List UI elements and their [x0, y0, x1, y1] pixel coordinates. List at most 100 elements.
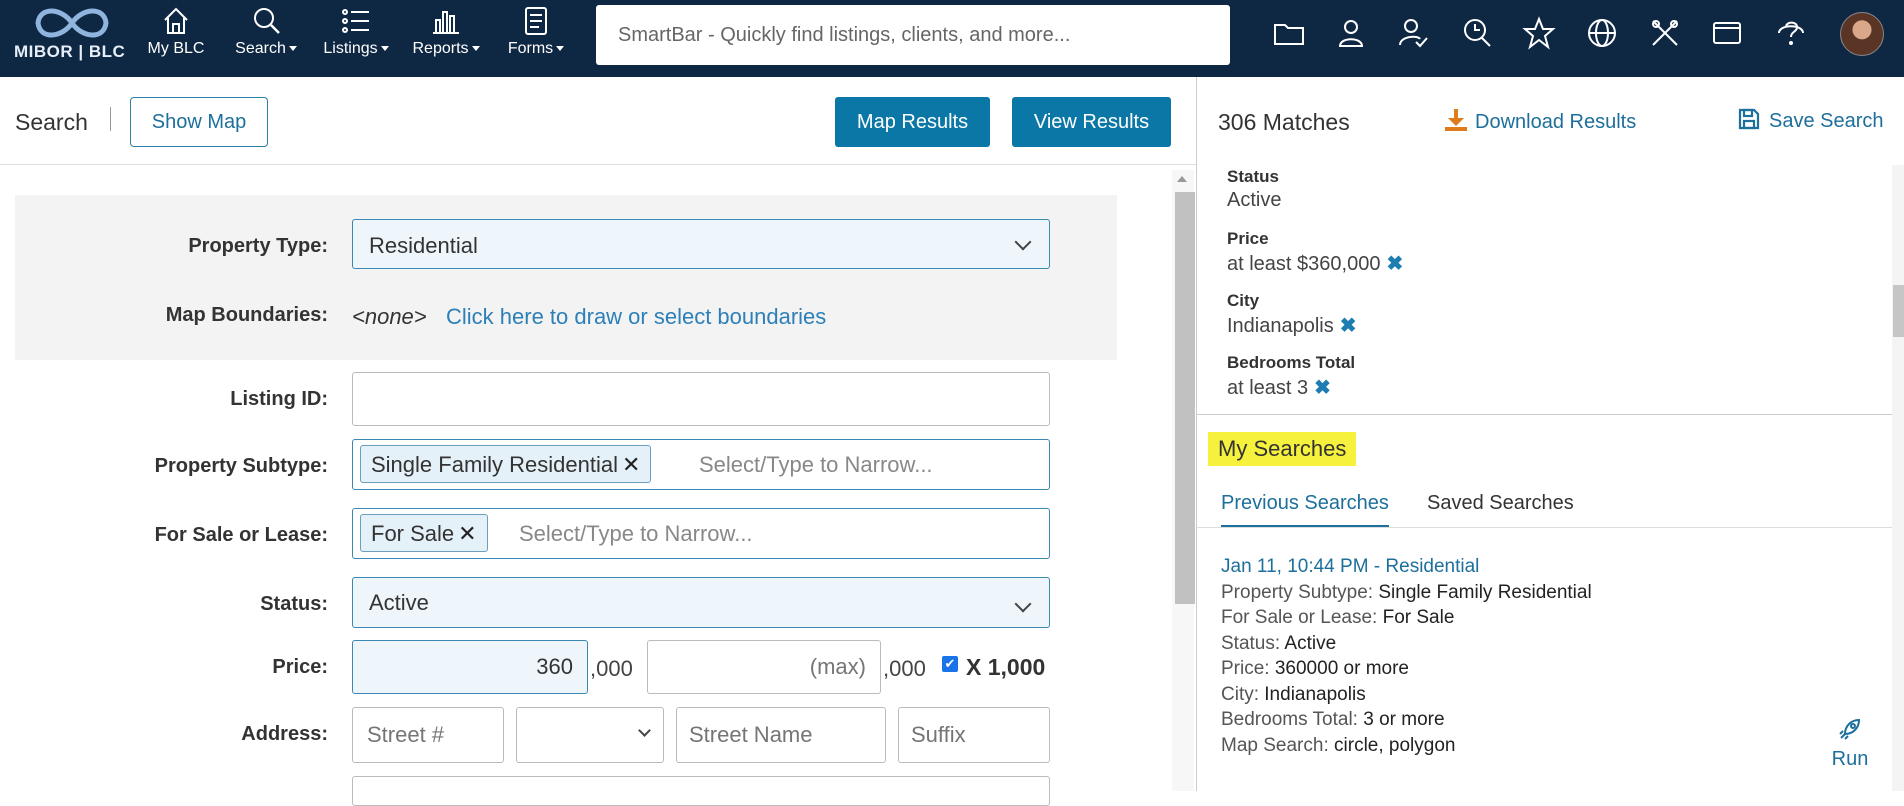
criteria-key-status: Status	[1227, 167, 1279, 186]
window-icon[interactable]	[1710, 16, 1744, 50]
street-direction-select[interactable]	[516, 707, 664, 763]
draw-boundaries-link[interactable]: Click here to draw or select boundaries	[446, 304, 826, 330]
status-select[interactable]: Active	[352, 577, 1050, 628]
nav-label: Search	[235, 40, 286, 57]
status-value: Active	[369, 590, 429, 615]
globe-icon[interactable]	[1585, 16, 1619, 50]
remove-criteria-icon[interactable]: ✖	[1340, 315, 1357, 337]
scroll-up-icon[interactable]	[1177, 176, 1187, 182]
infinity-logo-icon	[35, 8, 109, 38]
street-number-input[interactable]	[352, 707, 504, 763]
entry-line: Bedrooms Total: 3 or more	[1221, 707, 1592, 733]
entry-key: Property Subtype:	[1221, 581, 1374, 603]
close-icon[interactable]: ✕	[622, 452, 640, 477]
map-boundaries-value: <none>	[352, 304, 427, 329]
nav-forms[interactable]: Forms	[500, 4, 572, 64]
criteria-value-bedrooms: at least 3 ✖	[1227, 375, 1331, 400]
nav-listings[interactable]: Listings	[318, 4, 394, 64]
address-extra-input[interactable]	[352, 776, 1050, 806]
run-search-button[interactable]: Run	[1825, 716, 1875, 771]
help-icon[interactable]	[1774, 16, 1808, 50]
criteria-value-text: at least 3	[1227, 377, 1309, 399]
search-history-icon[interactable]	[1460, 16, 1494, 50]
sale-lease-chip[interactable]: For Sale ✕	[360, 514, 488, 552]
property-subtype-multiselect[interactable]: Single Family Residential ✕ Select/Type t…	[352, 439, 1050, 490]
property-type-value: Residential	[369, 233, 478, 258]
entry-key: Bedrooms Total:	[1221, 709, 1358, 730]
price-max-suffix: ,000	[883, 656, 926, 681]
scrollbar-thumb[interactable]	[1893, 285, 1904, 337]
price-multiplier-checkbox[interactable]: ✔	[942, 656, 958, 672]
price-min-input[interactable]	[352, 640, 588, 694]
tools-icon[interactable]	[1648, 16, 1682, 50]
criteria-value-text: Active	[1227, 189, 1282, 211]
bar-chart-icon	[433, 11, 459, 34]
nav-reports[interactable]: Reports	[408, 4, 484, 64]
entry-value: circle, polygon	[1334, 734, 1456, 756]
street-name-input[interactable]	[676, 707, 886, 763]
show-map-button[interactable]: Show Map	[130, 97, 268, 147]
scrollbar-thumb[interactable]	[1175, 192, 1195, 604]
mibor-logo[interactable]: MIBOR | BLC	[8, 0, 130, 66]
chevron-down-icon	[380, 46, 389, 52]
entry-line: Map Search: circle, polygon	[1221, 733, 1592, 759]
my-searches-title: My Searches	[1208, 432, 1357, 466]
tab-previous-searches[interactable]: Previous Searches	[1221, 492, 1389, 528]
sale-lease-label: For Sale or Lease:	[154, 524, 328, 546]
property-type-select[interactable]: Residential	[352, 219, 1050, 269]
search-entry-heading[interactable]: Jan 11, 10:44 PM - Residential	[1221, 554, 1592, 580]
entry-line: Price: 360000 or more	[1221, 656, 1592, 682]
user-avatar[interactable]	[1840, 12, 1884, 56]
document-icon	[525, 7, 547, 35]
close-icon[interactable]: ✕	[458, 521, 476, 546]
property-type-label: Property Type:	[188, 235, 328, 257]
map-results-button[interactable]: Map Results	[835, 97, 990, 147]
nav-my-blc[interactable]: My BLC	[145, 4, 207, 64]
chevron-down-icon	[288, 46, 297, 52]
save-search-link[interactable]: Save Search	[1737, 107, 1884, 133]
nav-label: Listings	[323, 40, 378, 57]
view-results-button[interactable]: View Results	[1012, 97, 1171, 147]
results-scrollbar[interactable]	[1892, 165, 1904, 791]
street-suffix-input[interactable]	[898, 707, 1050, 763]
remove-criteria-icon[interactable]: ✖	[1386, 253, 1403, 275]
entry-value: 3 or more	[1363, 709, 1445, 730]
entry-key: Price:	[1221, 658, 1270, 679]
download-results-link[interactable]: Download Results	[1443, 107, 1636, 134]
property-subtype-chip[interactable]: Single Family Residential ✕	[360, 445, 652, 483]
folder-icon[interactable]	[1272, 16, 1306, 50]
price-min-suffix: ,000	[590, 656, 633, 681]
chevron-down-icon	[471, 46, 480, 52]
map-boundaries-label: Map Boundaries:	[165, 304, 328, 326]
results-panel: 306 Matches Download Results Save Search…	[1196, 77, 1904, 791]
smartbar-input[interactable]	[596, 5, 1230, 65]
property-subtype-placeholder: Select/Type to Narrow...	[699, 452, 933, 477]
price-max-input[interactable]	[647, 640, 881, 694]
criteria-value-city: Indianapolis ✖	[1227, 313, 1357, 338]
star-icon[interactable]	[1522, 16, 1556, 50]
entry-value: Active	[1284, 632, 1337, 654]
entry-key: City:	[1221, 683, 1259, 705]
contact-icon[interactable]	[1334, 16, 1368, 50]
entry-value: 360000 or more	[1274, 658, 1410, 679]
nav-label: Reports	[412, 40, 469, 57]
criteria-key-bedrooms: Bedrooms Total	[1227, 353, 1356, 372]
entry-key: Map Search:	[1221, 734, 1329, 756]
nav-label: My BLC	[147, 40, 205, 57]
status-label: Status:	[260, 593, 328, 615]
sale-lease-multiselect[interactable]: For Sale ✕ Select/Type to Narrow...	[352, 508, 1050, 559]
entry-line: For Sale or Lease: For Sale	[1221, 605, 1592, 631]
user-check-icon[interactable]	[1396, 16, 1430, 50]
criteria-value-price: at least $360,000 ✖	[1227, 251, 1403, 276]
nav-search[interactable]: Search	[230, 4, 302, 64]
listing-id-input[interactable]	[352, 372, 1050, 426]
form-scrollbar[interactable]	[1172, 170, 1195, 791]
run-label: Run	[1831, 748, 1869, 770]
price-label: Price:	[272, 656, 328, 678]
chip-label: Single Family Residential	[371, 452, 618, 477]
results-header: 306 Matches Download Results Save Search	[1197, 77, 1904, 165]
tab-saved-searches[interactable]: Saved Searches	[1427, 492, 1574, 515]
download-icon	[1445, 109, 1467, 131]
remove-criteria-icon[interactable]: ✖	[1314, 377, 1331, 399]
address-label: Address:	[241, 723, 328, 745]
